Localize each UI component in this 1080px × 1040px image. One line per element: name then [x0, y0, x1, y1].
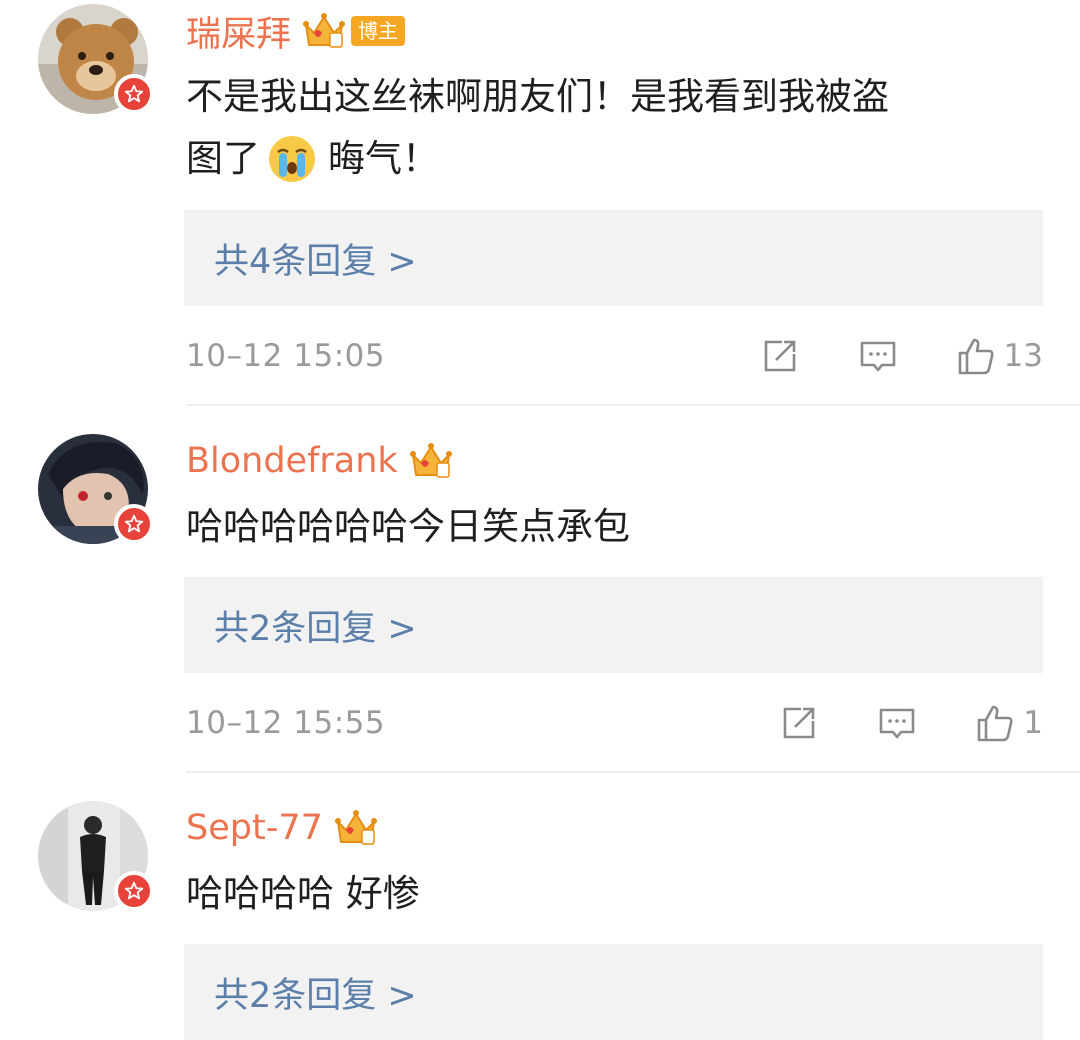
comment-meta: 10–12 15:05 13 — [186, 331, 1043, 381]
like-count: 13 — [1003, 338, 1043, 374]
crown-icon — [410, 441, 452, 481]
timestamp: 10–12 15:55 — [186, 705, 386, 741]
repost-icon[interactable] — [779, 703, 819, 743]
reply-box[interactable]: 共2条回复 > — [184, 944, 1043, 1040]
divider — [186, 771, 1080, 773]
author-badge: 博主 — [351, 16, 406, 46]
comment-text-part: 图了 — [186, 137, 260, 180]
comment-meta: 10–12 15:55 1 — [186, 698, 1043, 748]
crown-icon — [335, 808, 377, 848]
verified-badge-icon — [114, 871, 154, 911]
crown-icon — [303, 11, 345, 51]
username-row: Blondefrank — [186, 436, 452, 486]
divider — [186, 404, 1080, 406]
username[interactable]: Sept-77 — [186, 808, 323, 848]
comment-actions: 13 — [760, 331, 1043, 381]
username[interactable]: 瑞屎拜 — [186, 6, 291, 57]
view-replies-link[interactable]: 共2条回复 > — [214, 967, 417, 1018]
comment-icon[interactable] — [858, 336, 898, 376]
like-icon[interactable] — [975, 703, 1015, 743]
verified-badge-icon — [114, 74, 154, 114]
like-count: 1 — [1023, 705, 1043, 741]
username[interactable]: Blondefrank — [186, 441, 398, 481]
avatar[interactable] — [38, 434, 154, 544]
comment-text-part: 晦气！ — [328, 137, 439, 180]
comment-icon[interactable] — [877, 703, 917, 743]
crying-emoji-icon — [269, 135, 315, 182]
repost-icon[interactable] — [760, 336, 800, 376]
comment-actions: 1 — [779, 698, 1043, 748]
like-icon[interactable] — [956, 336, 996, 376]
reply-box[interactable]: 共4条回复 > — [184, 210, 1043, 306]
username-row: Sept-77 — [186, 803, 377, 853]
comment-text: 哈哈哈哈哈哈今日笑点承包 — [186, 505, 630, 548]
avatar[interactable] — [38, 801, 154, 911]
comment-text: 不是我出这丝袜啊朋友们！是我看到我被盗 图了 晦气！ — [186, 66, 889, 190]
comment-text-line: 不是我出这丝袜啊朋友们！是我看到我被盗 — [186, 75, 889, 118]
view-replies-link[interactable]: 共4条回复 > — [214, 233, 417, 284]
verified-badge-icon — [114, 504, 154, 544]
comment-text: 哈哈哈哈 好惨 — [186, 872, 420, 915]
username-row: 瑞屎拜 博主 — [186, 6, 406, 57]
timestamp: 10–12 15:05 — [186, 338, 386, 374]
view-replies-link[interactable]: 共2条回复 > — [214, 600, 417, 651]
reply-box[interactable]: 共2条回复 > — [184, 577, 1043, 673]
comment-text-line: 图了 晦气！ — [186, 128, 889, 190]
avatar[interactable] — [38, 4, 154, 114]
